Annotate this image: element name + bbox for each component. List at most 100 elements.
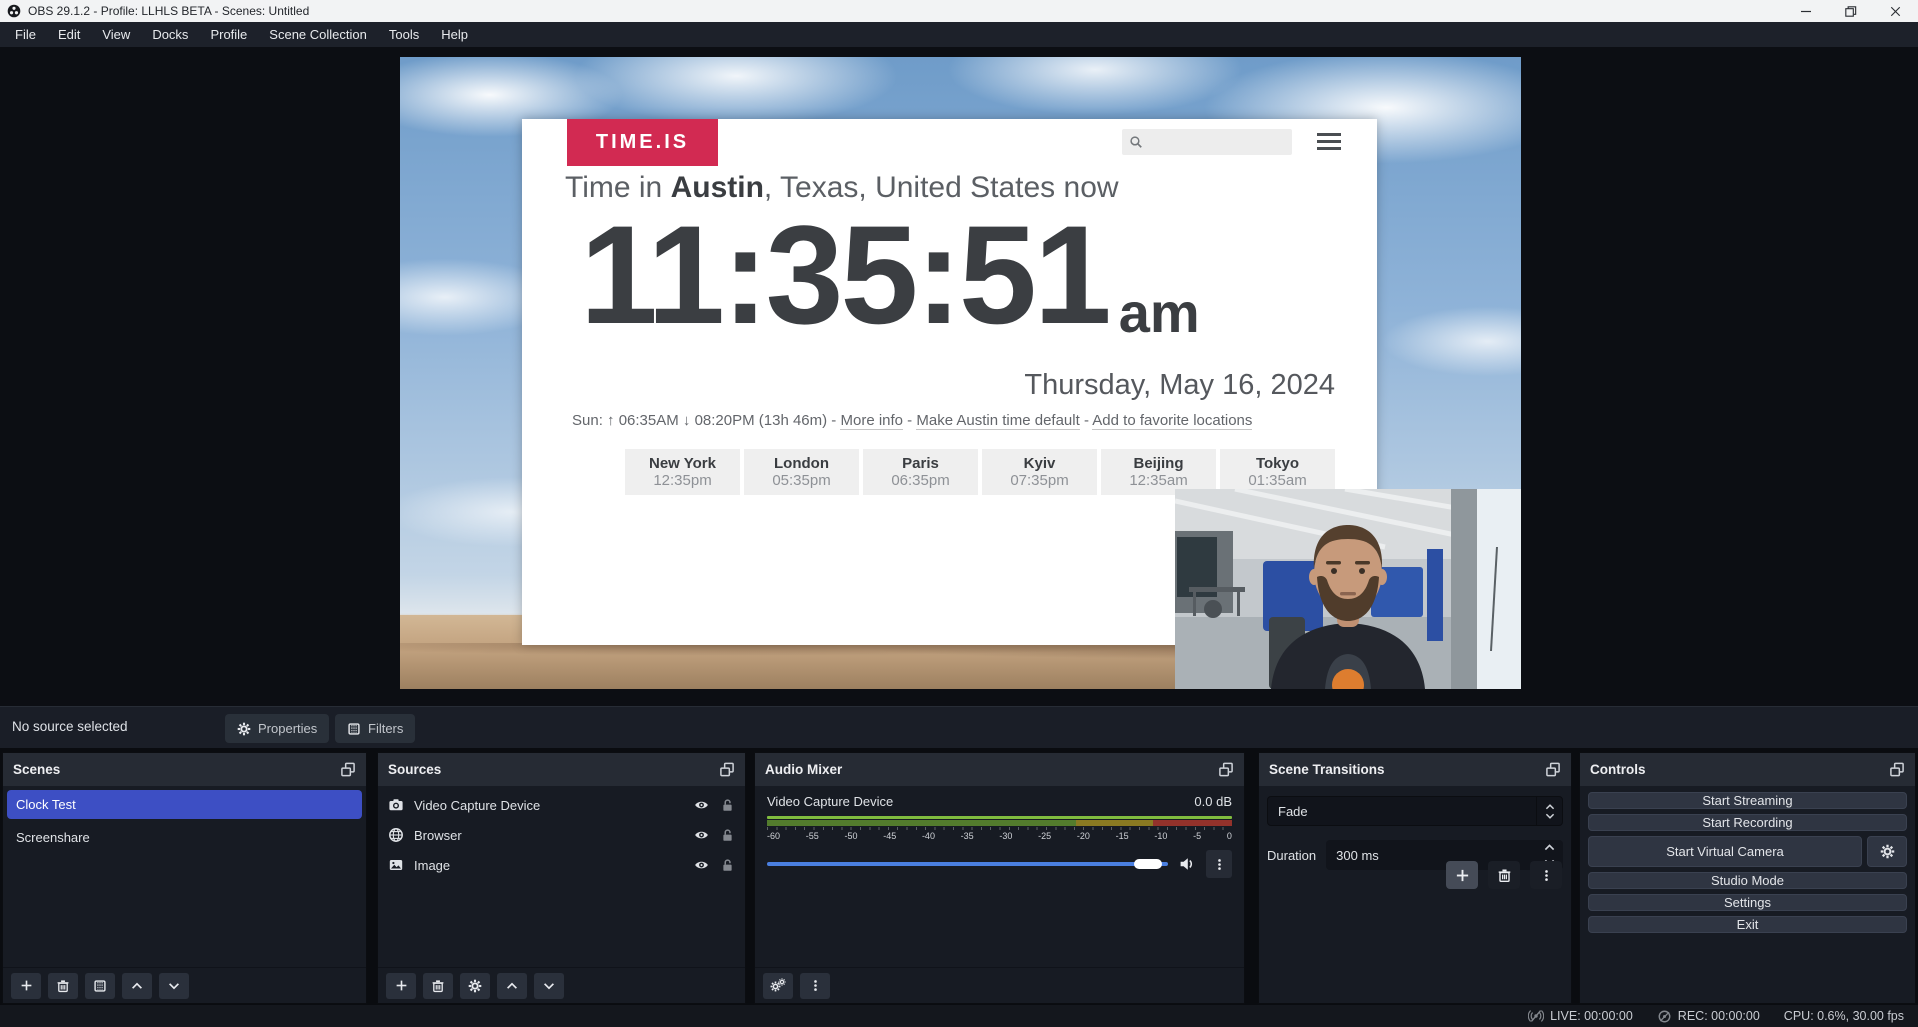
- start-streaming-button[interactable]: Start Streaming: [1588, 792, 1907, 809]
- transition-menu-button[interactable]: [1530, 861, 1562, 889]
- audio-mixer-panel: Audio Mixer Video Capture Device 0.0 dB …: [754, 752, 1245, 1004]
- close-button[interactable]: [1873, 0, 1918, 22]
- advanced-audio-button[interactable]: [763, 973, 793, 999]
- lock-icon[interactable]: [720, 828, 735, 843]
- source-properties-button[interactable]: [460, 973, 490, 999]
- context-bar: No source selected Properties Filters: [0, 706, 1918, 748]
- add-favorite-link: Add to favorite locations: [1092, 412, 1252, 430]
- popout-icon[interactable]: [1545, 762, 1561, 777]
- camera-icon: [388, 797, 404, 813]
- add-scene-button[interactable]: [11, 973, 41, 999]
- chevron-up-icon[interactable]: [1544, 844, 1555, 851]
- transitions-header: Scene Transitions: [1259, 753, 1571, 786]
- city-card: London05:35pm: [744, 449, 859, 495]
- remove-transition-button[interactable]: [1488, 861, 1520, 889]
- webcam-source[interactable]: [1175, 489, 1521, 689]
- scene-canvas[interactable]: TIME.IS Time in Austin, Texas, United St…: [400, 57, 1521, 689]
- status-bar: LIVE: 00:00:00 REC: 00:00:00 CPU: 0.6%, …: [0, 1005, 1918, 1027]
- meter-tick-labels: -60-55-50-45-40-35-30-25-20-15-10-50: [767, 831, 1232, 841]
- plus-icon: [395, 979, 408, 992]
- start-recording-button[interactable]: Start Recording: [1588, 814, 1907, 831]
- mixer-channel-name: Video Capture Device: [767, 794, 893, 809]
- menu-view[interactable]: View: [91, 22, 141, 47]
- volume-fader-row: [767, 850, 1232, 878]
- broadcast-icon: [1528, 1008, 1544, 1024]
- record-disc-icon: [1657, 1009, 1672, 1024]
- dots-vertical-icon: [809, 978, 822, 993]
- timeis-logo: TIME.IS: [567, 119, 718, 166]
- meter-tick-marks: [767, 827, 1232, 830]
- menu-edit[interactable]: Edit: [47, 22, 91, 47]
- volume-slider-handle[interactable]: [1134, 859, 1162, 869]
- dock-area: Scenes Clock Test Screenshare Sources Vi…: [0, 748, 1918, 1005]
- source-item-video-capture[interactable]: Video Capture Device: [378, 790, 745, 820]
- scene-filters-button[interactable]: [85, 973, 115, 999]
- duration-label: Duration: [1267, 848, 1316, 863]
- source-move-up-button[interactable]: [497, 973, 527, 999]
- popout-icon[interactable]: [340, 762, 356, 777]
- minimize-icon: [1798, 3, 1814, 19]
- mixer-menu-button[interactable]: [800, 973, 830, 999]
- popout-icon[interactable]: [1889, 762, 1905, 777]
- chevron-down-icon: [1545, 813, 1555, 819]
- restore-button[interactable]: [1828, 0, 1873, 22]
- lock-icon[interactable]: [720, 798, 735, 813]
- exit-button[interactable]: Exit: [1588, 916, 1907, 933]
- start-virtual-camera-button[interactable]: Start Virtual Camera: [1588, 836, 1862, 867]
- menu-bar: File Edit View Docks Profile Scene Colle…: [0, 22, 1918, 47]
- source-move-down-button[interactable]: [534, 973, 564, 999]
- add-source-button[interactable]: [386, 973, 416, 999]
- dots-vertical-icon: [1213, 857, 1226, 872]
- menu-profile[interactable]: Profile: [199, 22, 258, 47]
- menu-scene-collection[interactable]: Scene Collection: [258, 22, 378, 47]
- transition-select[interactable]: Fade: [1267, 796, 1563, 826]
- volume-slider[interactable]: [767, 862, 1168, 866]
- eye-icon[interactable]: [693, 858, 710, 873]
- live-status: LIVE: 00:00:00: [1528, 1008, 1633, 1024]
- city-card: Paris06:35pm: [863, 449, 978, 495]
- timeis-date: Thursday, May 16, 2024: [1024, 369, 1335, 402]
- chevron-down-icon: [542, 979, 556, 993]
- scene-item-clock-test[interactable]: Clock Test: [7, 790, 362, 819]
- scene-move-down-button[interactable]: [159, 973, 189, 999]
- make-default-link: Make Austin time default: [916, 412, 1079, 430]
- eye-icon[interactable]: [693, 828, 710, 843]
- remove-source-button[interactable]: [423, 973, 453, 999]
- popout-icon[interactable]: [1218, 762, 1234, 777]
- mixer-channel-menu-button[interactable]: [1206, 850, 1232, 878]
- cpu-fps-status: CPU: 0.6%, 30.00 fps: [1784, 1009, 1904, 1023]
- lock-icon[interactable]: [720, 858, 735, 873]
- city-card: Kyiv07:35pm: [982, 449, 1097, 495]
- chevron-down-icon: [167, 979, 181, 993]
- remove-scene-button[interactable]: [48, 973, 78, 999]
- virtual-camera-config-button[interactable]: [1867, 836, 1907, 867]
- speaker-icon[interactable]: [1178, 856, 1196, 872]
- menu-tools[interactable]: Tools: [378, 22, 430, 47]
- popout-icon[interactable]: [719, 762, 735, 777]
- scene-transitions-panel: Scene Transitions Fade Duration 300 ms: [1258, 752, 1572, 1004]
- properties-button[interactable]: Properties: [225, 714, 329, 743]
- sources-toolbar: [378, 967, 745, 1003]
- mixer-channel-row: Video Capture Device 0.0 dB: [767, 794, 1232, 809]
- preview-area: TIME.IS Time in Austin, Texas, United St…: [0, 47, 1918, 706]
- menu-file[interactable]: File: [4, 22, 47, 47]
- filter-icon: [93, 979, 107, 993]
- filters-button[interactable]: Filters: [335, 714, 415, 743]
- scene-item-screenshare[interactable]: Screenshare: [7, 823, 362, 852]
- scene-move-up-button[interactable]: [122, 973, 152, 999]
- source-item-browser[interactable]: Browser: [378, 820, 745, 850]
- menu-docks[interactable]: Docks: [141, 22, 199, 47]
- chevron-up-icon: [1545, 804, 1555, 810]
- source-item-image[interactable]: Image: [378, 850, 745, 880]
- city-card: New York12:35pm: [625, 449, 740, 495]
- obs-logo-icon: [7, 4, 21, 18]
- scenes-toolbar: [3, 967, 366, 1003]
- gear-icon: [237, 722, 251, 736]
- eye-icon[interactable]: [693, 798, 710, 813]
- add-transition-button[interactable]: [1446, 861, 1478, 889]
- settings-button[interactable]: Settings: [1588, 894, 1907, 911]
- chevron-up-icon: [505, 979, 519, 993]
- menu-help[interactable]: Help: [430, 22, 479, 47]
- studio-mode-button[interactable]: Studio Mode: [1588, 872, 1907, 889]
- minimize-button[interactable]: [1783, 0, 1828, 22]
